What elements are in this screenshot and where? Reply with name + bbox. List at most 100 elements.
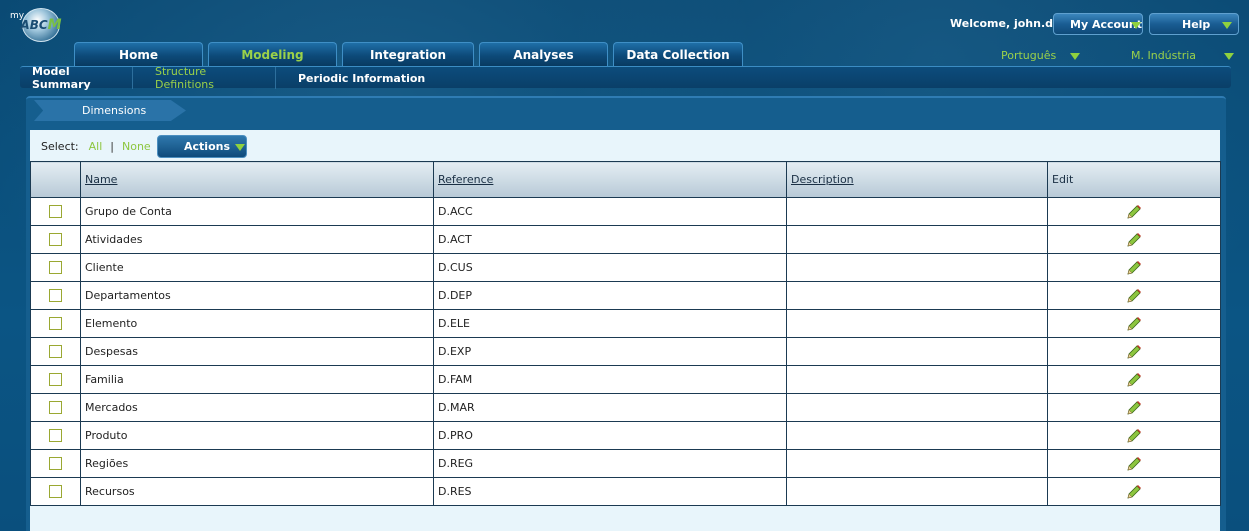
subnav-structure-definitions[interactable]: Structure Definitions: [133, 65, 276, 91]
row-description: [786, 477, 1048, 506]
row-name: Despesas: [80, 337, 434, 366]
row-reference: D.ACT: [433, 225, 787, 254]
row-edit-cell: [1047, 477, 1221, 506]
row-reference: D.CUS: [433, 253, 787, 282]
table-row: Recursos D.RES: [30, 477, 1221, 506]
breadcrumb: Dimensions: [34, 100, 186, 121]
row-description: [786, 365, 1048, 394]
row-edit-cell: [1047, 365, 1221, 394]
row-name: Grupo de Conta: [80, 197, 434, 226]
row-select-cell: [30, 337, 81, 366]
select-bar: Select: All | None: [41, 138, 151, 154]
app-logo[interactable]: my ABC M: [8, 6, 64, 42]
row-checkbox[interactable]: [49, 457, 62, 471]
model-label: M. Indústria: [1131, 49, 1197, 62]
row-checkbox[interactable]: [49, 429, 62, 443]
row-checkbox[interactable]: [49, 373, 62, 387]
row-reference: D.PRO: [433, 421, 787, 450]
table-row: Familia D.FAM: [30, 365, 1221, 394]
select-separator: |: [110, 139, 114, 153]
row-edit-cell: [1047, 393, 1221, 422]
pencil-icon[interactable]: [1126, 344, 1142, 360]
my-account-button[interactable]: My Account: [1053, 13, 1143, 35]
table-row: Grupo de Conta D.ACC: [30, 197, 1221, 226]
row-select-cell: [30, 449, 81, 478]
subnav-model-summary-label: Model Summary: [32, 65, 91, 91]
row-name: Departamentos: [80, 281, 434, 310]
row-checkbox[interactable]: [49, 317, 62, 331]
sort-reference-link[interactable]: Reference: [438, 173, 493, 186]
sort-description-link[interactable]: Description: [791, 173, 854, 186]
row-checkbox[interactable]: [49, 289, 62, 303]
row-reference: D.ACC: [433, 197, 787, 226]
tab-analyses[interactable]: Analyses: [479, 42, 608, 66]
row-name: Produto: [80, 421, 434, 450]
row-description: [786, 393, 1048, 422]
select-none-link[interactable]: None: [122, 140, 151, 153]
logo-badge: ABC M: [20, 8, 62, 42]
row-name: Elemento: [80, 309, 434, 338]
dimensions-table: Name Reference Description Edit Grupo de…: [30, 161, 1221, 506]
table-row: Produto D.PRO: [30, 421, 1221, 450]
subnav-structure-definitions-label: Structure Definitions: [155, 65, 214, 91]
chevron-down-icon: [235, 144, 245, 151]
header-name[interactable]: Name: [80, 161, 434, 198]
row-select-cell: [30, 281, 81, 310]
header-description[interactable]: Description: [786, 161, 1048, 198]
sort-name-link[interactable]: Name: [85, 173, 117, 186]
row-checkbox[interactable]: [49, 401, 62, 415]
sub-navigation: Model Summary Structure Definitions Peri…: [20, 65, 1231, 91]
row-checkbox[interactable]: [49, 233, 62, 247]
actions-label: Actions: [184, 140, 230, 153]
table-row: Departamentos D.DEP: [30, 281, 1221, 310]
row-description: [786, 449, 1048, 478]
pencil-icon[interactable]: [1126, 428, 1142, 444]
row-checkbox[interactable]: [49, 205, 62, 219]
row-checkbox[interactable]: [49, 485, 62, 499]
row-name: Recursos: [80, 477, 434, 506]
pencil-icon[interactable]: [1126, 316, 1142, 332]
actions-button[interactable]: Actions: [157, 135, 247, 158]
pencil-icon[interactable]: [1126, 288, 1142, 304]
table-body: Grupo de Conta D.ACC Atividades D.ACT Client…: [30, 197, 1221, 506]
row-description: [786, 281, 1048, 310]
row-select-cell: [30, 365, 81, 394]
row-edit-cell: [1047, 337, 1221, 366]
table-row: Elemento D.ELE: [30, 309, 1221, 338]
subnav-model-summary[interactable]: Model Summary: [20, 65, 133, 91]
tab-home[interactable]: Home: [74, 42, 203, 66]
subnav-periodic-information-label: Periodic Information: [298, 71, 426, 85]
select-label: Select:: [41, 139, 79, 153]
tab-analyses-label: Analyses: [513, 47, 574, 62]
chevron-down-icon: [1131, 22, 1141, 29]
pencil-icon[interactable]: [1126, 204, 1142, 220]
row-select-cell: [30, 253, 81, 282]
header-reference[interactable]: Reference: [433, 161, 787, 198]
help-button[interactable]: Help: [1149, 13, 1239, 35]
table-row: Mercados D.MAR: [30, 393, 1221, 422]
row-edit-cell: [1047, 309, 1221, 338]
table-row: Cliente D.CUS: [30, 253, 1221, 282]
row-checkbox[interactable]: [49, 261, 62, 275]
row-reference: D.DEP: [433, 281, 787, 310]
row-description: [786, 337, 1048, 366]
pencil-icon[interactable]: [1126, 456, 1142, 472]
select-all-link[interactable]: All: [89, 140, 103, 153]
row-checkbox[interactable]: [49, 345, 62, 359]
row-reference: D.RES: [433, 477, 787, 506]
pencil-icon[interactable]: [1126, 484, 1142, 500]
tab-modeling-label: Modeling: [241, 47, 304, 62]
header-select: [30, 161, 81, 198]
tab-data-collection[interactable]: Data Collection: [613, 42, 743, 66]
pencil-icon[interactable]: [1126, 372, 1142, 388]
tab-integration[interactable]: Integration: [342, 42, 474, 66]
tab-modeling[interactable]: Modeling: [208, 42, 337, 66]
pencil-icon[interactable]: [1126, 232, 1142, 248]
row-reference: D.EXP: [433, 337, 787, 366]
row-description: [786, 421, 1048, 450]
tab-data-collection-label: Data Collection: [626, 47, 730, 62]
pencil-icon[interactable]: [1126, 260, 1142, 276]
subnav-periodic-information[interactable]: Periodic Information: [276, 67, 437, 89]
help-label: Help: [1182, 17, 1211, 31]
pencil-icon[interactable]: [1126, 400, 1142, 416]
